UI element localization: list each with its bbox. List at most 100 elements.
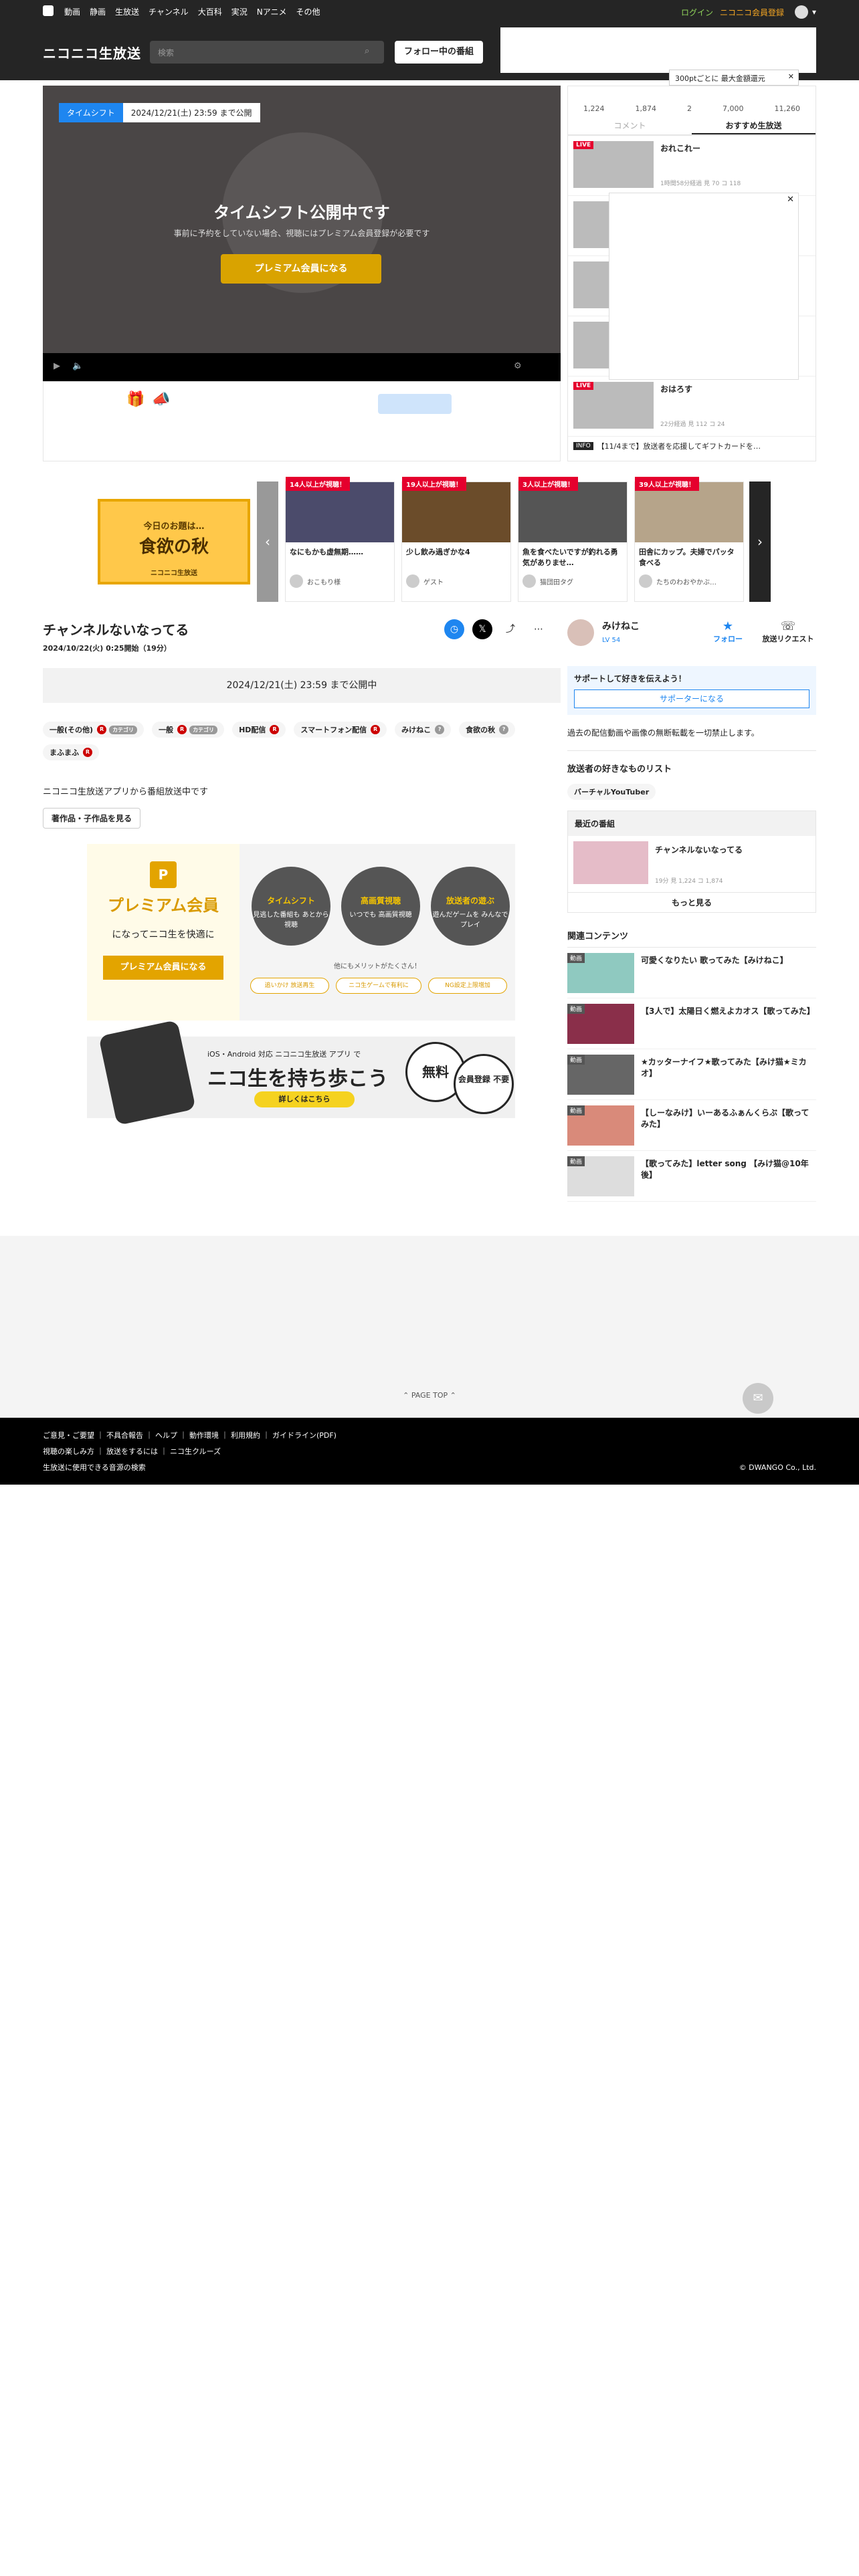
list-item[interactable]: LIVE おれこれー 1時間58分経過 見 70 コ 118 [568,136,816,196]
video-player[interactable]: タイムシフト 2024/12/21(土) 23:59 まで公開 タイムシフト公開… [43,86,561,353]
list-item[interactable]: 動画 可愛くなりたい 歌ってみた【みけねこ】 [567,948,816,998]
register-link[interactable]: ニコニコ会員登録 [720,7,784,18]
avatar[interactable] [794,5,808,19]
feature-head: 放送者の遊ぶ [446,896,494,905]
more-icon[interactable]: ⋯ [529,619,549,639]
broadcaster-name[interactable]: みけねこ [602,619,640,633]
point-popup-text: 300ptごとに 最大金額還元 [675,74,765,83]
share-icon[interactable]: ⤴ [500,619,520,639]
x-share-icon[interactable]: 𝕏 [472,619,492,639]
nav-seiga[interactable]: 静画 [90,6,106,17]
supporter-button[interactable]: サポーターになる [574,689,809,708]
carousel-card[interactable]: 39人以上が視聴！ 田舎にカップ。夫婦でパッタ食べる たちのわおやかぶ… [634,477,744,602]
phone-image [98,1020,196,1125]
tab-recommended[interactable]: おすすめ生放送 [692,117,816,134]
theme-promo[interactable]: 今日のお題は… 食欲の秋 ニコニコ生放送 [98,499,250,584]
list-item[interactable]: 動画 【しーなみけ】いーあるふぁんくらぶ【歌ってみた】 [567,1100,816,1151]
settings-icon[interactable]: ⚙ [514,361,522,371]
list-item[interactable]: 動画 【3人で】太陽日く燃えよカオス【歌ってみた】 [567,998,816,1049]
premium-title: プレミアム会員 [107,896,219,915]
nav-jikkyo[interactable]: 実況 [231,6,248,17]
tag-item[interactable]: 食欲の秋? [459,722,516,738]
close-icon[interactable]: ✕ [787,195,794,205]
related-title: 【しーなみけ】いーあるふぁんくらぶ【歌ってみた】 [641,1108,809,1129]
search-input[interactable]: 検索 [150,41,384,64]
dic-icon: ? [435,725,445,734]
nav-channel[interactable]: チャンネル [149,6,189,17]
player-subtitle: 事前に予約をしていない場合、視聴にはプレミアム会員登録が必要です [173,229,430,238]
search-icon[interactable]: ⌕ [365,46,369,56]
stat-timeshift: 2 [687,104,692,113]
avatar[interactable] [567,619,594,646]
more-button[interactable]: もっと見る [568,892,816,912]
likes-tag[interactable]: バーチャルYouTuber [567,784,656,800]
recent-meta: 19分 見 1,224 コ 1,874 [655,878,723,885]
list-item[interactable]: 動画 【歌ってみた】letter song 【みけ猫@10年後】 [567,1151,816,1202]
nav-more[interactable]: その他 [296,6,320,17]
page-top-link[interactable]: ⌃ PAGE TOP ⌃ [0,1391,859,1400]
tag-item[interactable]: 一般(その他) R カテゴリ [43,722,145,738]
tag-item[interactable]: みけねこ? [395,722,452,738]
related-title: 【歌ってみた】letter song 【みけ猫@10年後】 [641,1159,809,1180]
mail-icon[interactable]: ✉ [743,1383,773,1414]
timeshift-reserve-icon[interactable]: ◷ [444,619,464,639]
tag-item[interactable]: まふまふ R [43,744,99,760]
nav-live[interactable]: 生放送 [115,6,139,17]
program-date: 2024/10/22(火) 0:25開始（19分） [43,644,171,653]
timeshift-badge: タイムシフト [59,103,123,122]
tag-item[interactable]: HD配信 R [232,722,286,738]
carousel-card[interactable]: 19人以上が視聴！ 少し飲み過ぎかな4 ゲスト [401,477,511,602]
lock-icon: R [97,725,107,734]
overlay-ad[interactable]: ✕ [609,193,799,380]
nav-dic[interactable]: 大百科 [198,6,222,17]
player-title: タイムシフト公開中です [213,203,390,222]
app-detail-button[interactable]: 詳しくはこちら [254,1091,355,1107]
carousel-card[interactable]: 3人以上が視聴！ 魚を食べたいですが釣れる勇気がありませ… 猫団田タグ [518,477,628,602]
carousel-next-button[interactable]: › [749,481,771,602]
volume-icon[interactable]: 🔈 [72,361,83,371]
list-item[interactable]: LIVE おはろす 22分経過 見 112 コ 24 [568,377,816,437]
works-button[interactable]: 著作品・子作品を見る [43,808,141,829]
stat-ad[interactable]: 7,000 [723,104,744,113]
footer-row[interactable]: 生放送に使用できる音源の検索 [43,1462,337,1473]
side-tabs: コメント おすすめ生放送 [568,117,816,136]
premium-banner[interactable]: P プレミアム会員 になってニコ生を快適に プレミアム会員になる タイムシフト見… [87,844,515,1021]
niconico-home-icon[interactable] [43,5,54,16]
carousel-card[interactable]: 14人以上が視聴！ なにもかも虚無期…… おこもり様 [285,477,395,602]
list-item[interactable]: 動画 ★カッターナイフ★歌ってみた【みけ猫★ミカオ】 [567,1049,816,1100]
broadcaster-level: LV 54 [602,637,621,644]
footer-row[interactable]: 視聴の楽しみ方 ｜ 放送をするには ｜ ニコ生クルーズ [43,1446,337,1457]
info-bar[interactable]: INFO 【11/4まで】放送者を応援してギフトカードを… [568,437,816,455]
recent-programs: 最近の番組 チャンネルないなってる 19分 見 1,224 コ 1,874 もっ… [567,811,816,913]
footer-row[interactable]: ご意見・ご要望 ｜ 不具合報告 ｜ ヘルプ ｜ 動作環境 ｜ 利用規約 ｜ ガイ… [43,1430,337,1440]
nav-video[interactable]: 動画 [64,6,80,17]
stat-gift[interactable]: 11,260 [775,104,801,113]
login-link[interactable]: ログイン [681,7,713,18]
premium-join-button[interactable]: プレミアム会員になる [103,956,223,980]
list-item[interactable]: チャンネルないなってる 19分 見 1,224 コ 1,874 [568,836,816,892]
lock-icon: R [177,725,187,734]
close-icon[interactable]: ✕ [788,72,794,81]
related-badge: 動画 [567,1105,585,1115]
carousel-prev-button[interactable]: ‹ [257,481,278,602]
chevron-down-icon[interactable]: ▾ [812,7,816,17]
gift-icon[interactable]: 🎁 [126,391,145,408]
tag-item[interactable]: 一般 R カテゴリ [152,722,225,738]
follow-button[interactable]: ★ フォロー [708,619,748,644]
tab-comments[interactable]: コメント [568,117,692,134]
nav-nanime[interactable]: Nアニメ [257,6,287,17]
app-banner[interactable]: iOS・Android 対応 ニコニコ生放送 アプリ で ニコ生を持ち歩こう 詳… [87,1020,515,1125]
topbar-account: ログイン ニコニコ会員登録 ▾ [681,5,816,19]
play-icon[interactable]: ▶ [54,361,60,371]
feature-body: いつでも 高画質視聴 [349,911,412,919]
header-ad[interactable] [500,27,816,73]
follow-programs-button[interactable]: フォロー中の番組 [395,41,483,64]
request-button[interactable]: ☏ 放送リクエスト [761,619,815,644]
tag-item[interactable]: スマートフォン配信 R [294,722,387,738]
comment-submit-button[interactable] [378,394,452,414]
tag-label: 一般(その他) [50,726,94,734]
premium-button[interactable]: プレミアム会員になる [221,254,381,284]
ad-icon[interactable]: 📣 [152,391,170,408]
card-thumbnail: 19人以上が視聴！ [402,477,510,542]
site-logo[interactable]: ニコニコ生放送 [43,43,141,62]
